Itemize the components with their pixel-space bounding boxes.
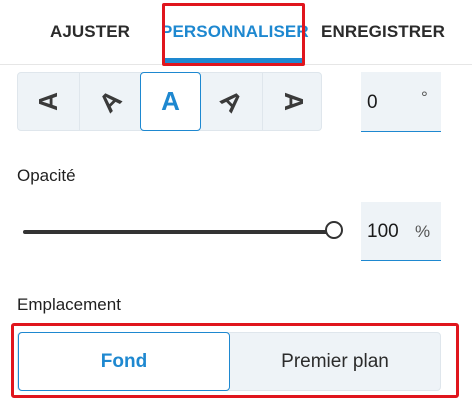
letter-a-rotated-left-90-icon: A [33, 92, 63, 111]
opacity-slider-track[interactable] [23, 230, 328, 234]
angle-input[interactable]: 0 ° [361, 72, 441, 132]
opacity-input[interactable]: 100 % [361, 202, 441, 261]
tab-personnaliser[interactable]: PERSONNALISER [161, 0, 309, 64]
active-tab-indicator [164, 58, 305, 63]
opacity-label: Opacité [17, 166, 76, 185]
orientation-rotate-right-45-button[interactable]: A [201, 73, 262, 130]
tab-ajuster[interactable]: AJUSTER [40, 0, 140, 64]
orientation-selector: A A A A A [17, 72, 322, 131]
letter-a-rotated-left-45-icon: A [92, 83, 128, 119]
letter-a-upright-icon: A [161, 86, 180, 116]
tab-enregistrer[interactable]: ENREGISTRER [318, 0, 448, 64]
opacity-value: 100 [367, 221, 399, 242]
angle-value: 0 [367, 92, 378, 113]
tab-bar: AJUSTER PERSONNALISER ENREGISTRER [0, 0, 472, 66]
letter-a-rotated-right-90-icon: A [279, 92, 309, 111]
orientation-rotate-right-90-button[interactable]: A [262, 73, 324, 130]
orientation-upright-button[interactable]: A [140, 72, 201, 131]
placement-selector: Fond Premier plan [17, 332, 441, 391]
orientation-rotate-left-45-button[interactable]: A [79, 73, 141, 130]
orientation-rotate-left-90-button[interactable]: A [18, 73, 79, 130]
letter-a-rotated-right-45-icon: A [214, 83, 250, 119]
watermark-customize-panel: AJUSTER PERSONNALISER ENREGISTRER A A A … [0, 0, 472, 410]
placement-premier-plan-button[interactable]: Premier plan [230, 333, 440, 390]
placement-fond-button[interactable]: Fond [18, 332, 230, 391]
angle-unit: ° [421, 88, 428, 107]
opacity-slider-thumb[interactable] [325, 221, 343, 239]
opacity-unit: % [415, 222, 431, 241]
placement-label: Emplacement [17, 295, 121, 314]
